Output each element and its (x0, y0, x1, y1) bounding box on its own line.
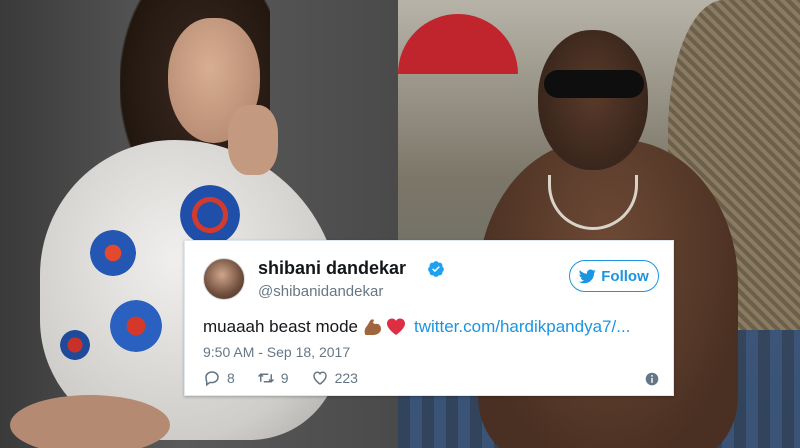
user-name[interactable]: shibani dandekar (258, 258, 406, 279)
user-handle[interactable]: @shibanidandekar (258, 283, 383, 300)
follow-button[interactable]: Follow (569, 260, 659, 292)
like-count: 223 (334, 370, 358, 386)
retweet-count: 9 (280, 370, 289, 386)
reply-count: 8 (227, 370, 235, 386)
photo-umbrella (398, 14, 518, 74)
tweet-timestamp[interactable]: 9:50 AM - Sep 18, 2017 (203, 344, 350, 360)
tweet-text: muaaah beast mode twitter.com/hardikpand… (203, 317, 630, 337)
photo-embroidery (110, 300, 162, 352)
photo-waist (10, 395, 170, 448)
reply-icon (205, 371, 219, 387)
follow-label: Follow (601, 267, 649, 285)
avatar[interactable] (203, 258, 245, 300)
verified-badge-icon (428, 261, 444, 277)
retweet-action[interactable]: 9 (257, 369, 289, 387)
photo-head (538, 30, 648, 170)
tweet-card: shibani dandekar @shibanidandekar Follow… (184, 240, 674, 396)
retweet-icon (257, 373, 274, 383)
red-heart-emoji (387, 318, 405, 335)
tweet-actions: 8 9 223 (203, 369, 380, 387)
flexed-biceps-emoji (364, 319, 381, 335)
photo-embroidery (90, 230, 136, 276)
tweet-body: muaaah beast mode (203, 317, 358, 336)
twitter-bird-icon (579, 268, 596, 283)
reply-action[interactable]: 8 (203, 369, 235, 387)
like-icon (312, 371, 327, 385)
photo-embroidery (180, 185, 240, 245)
photo-hand (228, 105, 278, 175)
info-icon[interactable] (645, 372, 659, 386)
photo-sunglasses (544, 70, 644, 98)
photo-embroidery (60, 330, 90, 360)
tweet-link[interactable]: twitter.com/hardikpandya7/... (414, 317, 630, 337)
like-action[interactable]: 223 (311, 369, 358, 387)
